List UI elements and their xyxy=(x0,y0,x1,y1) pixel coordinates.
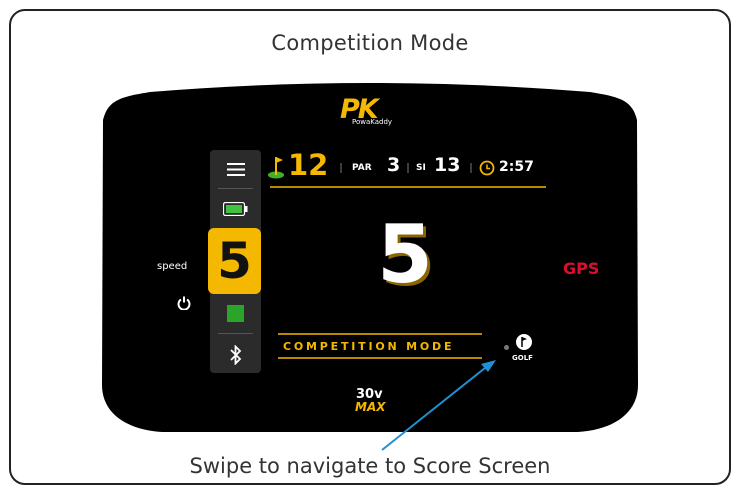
speed-label: speed xyxy=(157,261,188,272)
menu-button[interactable] xyxy=(210,152,261,186)
page-indicator-dot xyxy=(504,345,509,350)
stop-icon xyxy=(227,304,244,322)
par-label: PAR xyxy=(352,163,372,173)
speed-setting-value: 5 xyxy=(217,232,252,290)
battery-indicator xyxy=(210,194,261,224)
battery-icon xyxy=(223,202,248,216)
powakaddy-logo: PK PowaKaddy xyxy=(336,94,404,127)
golf-screen-button[interactable]: GOLF xyxy=(512,333,540,367)
flag-icon xyxy=(268,157,284,179)
competition-mode-label: COMPETITION MODE xyxy=(283,340,455,353)
logo-text: PowaKaddy xyxy=(352,118,393,126)
gps-label: GPS xyxy=(563,259,600,278)
speed-setting-button[interactable]: 5 xyxy=(208,228,261,294)
model-max: MAX xyxy=(355,400,386,414)
par-value: 3 xyxy=(387,154,401,176)
bluetooth-button[interactable] xyxy=(210,338,261,372)
clock-icon xyxy=(479,160,495,176)
power-icon[interactable] xyxy=(177,296,191,310)
timer-value: 2:57 xyxy=(499,159,534,175)
menu-icon xyxy=(226,162,245,176)
model-badge: 30v MAX xyxy=(350,387,410,417)
main-speed-display: 5 xyxy=(377,208,433,301)
golf-label: GOLF xyxy=(512,354,533,362)
si-label: SI xyxy=(416,163,426,173)
si-value: 13 xyxy=(434,154,461,176)
hole-number: 12 xyxy=(288,148,329,182)
stop-button[interactable] xyxy=(210,298,261,328)
golf-icon xyxy=(516,334,532,350)
bluetooth-icon xyxy=(229,345,241,365)
caption-text: Swipe to navigate to Score Screen xyxy=(189,454,551,478)
